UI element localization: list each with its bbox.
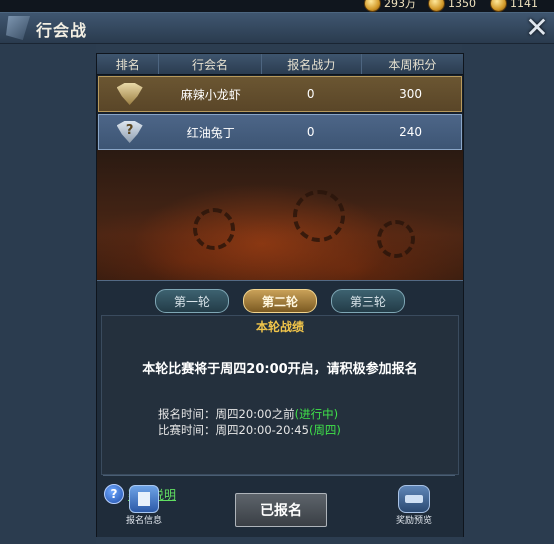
registered-button[interactable]: 已报名 bbox=[235, 493, 327, 527]
guild-power: 0 bbox=[306, 125, 315, 139]
right-margin bbox=[462, 44, 554, 544]
guild-score: 300 bbox=[399, 87, 423, 101]
round-section: 第一轮 第二轮 第三轮 本轮战绩 本轮比赛将于周四20:00开启，请积极参加报名… bbox=[97, 280, 463, 537]
document-icon bbox=[129, 485, 159, 513]
tab-round-2[interactable]: 第二轮 bbox=[243, 289, 317, 313]
resource-value: 293万 bbox=[384, 0, 416, 10]
tab-round-3[interactable]: 第三轮 bbox=[331, 289, 405, 313]
reward-preview-button[interactable]: 奖励预览 bbox=[389, 485, 439, 526]
guild-score: 240 bbox=[399, 125, 423, 139]
resource-gold: 293万 bbox=[364, 0, 416, 12]
guild-name: 红油兔丁 bbox=[186, 125, 235, 140]
left-margin bbox=[0, 44, 96, 544]
header-weekly-score: 本周积分 bbox=[388, 57, 437, 72]
reward-preview-label: 奖励预览 bbox=[395, 516, 432, 526]
round-info-box: 本轮战绩 本轮比赛将于周四20:00开启，请积极参加报名 报名时间：周四20:0… bbox=[101, 315, 459, 504]
resource-value: 1141 bbox=[510, 0, 538, 10]
guild-name: 麻辣小龙虾 bbox=[180, 87, 241, 102]
close-icon: ✕ bbox=[525, 11, 549, 44]
divider bbox=[103, 475, 455, 476]
header-guild-name: 行会名 bbox=[159, 54, 262, 74]
match-time-value: 周四20:00-20:45 bbox=[215, 423, 309, 437]
tab-round-1[interactable]: 第一轮 bbox=[155, 289, 229, 313]
match-time-line: 比赛时间：周四20:00-20:45(周四) bbox=[158, 422, 341, 438]
signup-time-line: 报名时间：周四20:00之前(进行中) bbox=[158, 406, 338, 422]
content-panel: 排名 行会名 报名战力 本周积分 麻辣小龙虾 0 300 ? 红油兔丁 0 24… bbox=[96, 53, 464, 537]
header-rank: 排名 bbox=[97, 54, 160, 74]
match-day: (周四) bbox=[308, 423, 341, 437]
ranking-header: 排名 行会名 报名战力 本周积分 bbox=[97, 54, 463, 75]
resource-ingot: 1350 bbox=[428, 0, 476, 12]
resource-value: 1350 bbox=[448, 0, 476, 10]
ingot-icon bbox=[428, 0, 445, 12]
title-bar: 行会战 ✕ bbox=[0, 13, 554, 44]
table-row[interactable]: ? 红油兔丁 0 240 bbox=[98, 114, 462, 150]
ingot-icon bbox=[490, 0, 507, 12]
signup-info-label: 报名信息 bbox=[125, 516, 162, 526]
gear-decor bbox=[193, 208, 235, 250]
window-title: 行会战 bbox=[36, 21, 88, 40]
gear-decor bbox=[293, 190, 345, 242]
gold-rank-badge-icon bbox=[116, 83, 143, 105]
signup-time-value: 周四20:00之前 bbox=[215, 407, 295, 421]
round-results-title: 本轮战绩 bbox=[255, 320, 304, 334]
unknown-rank-badge-icon: ? bbox=[116, 121, 143, 143]
signup-status: (进行中) bbox=[294, 407, 339, 421]
close-button[interactable]: ✕ bbox=[524, 14, 550, 42]
title-decor-icon bbox=[6, 16, 30, 40]
table-row[interactable]: 麻辣小龙虾 0 300 bbox=[98, 76, 462, 112]
gold-coin-icon bbox=[364, 0, 381, 12]
resource-bar: 293万 1350 1141 bbox=[0, 0, 554, 12]
signup-info-button[interactable]: 报名信息 bbox=[119, 485, 169, 526]
guild-power: 0 bbox=[306, 87, 315, 101]
guild-war-window: 行会战 ✕ 排名 行会名 报名战力 本周积分 麻辣小龙虾 0 300 ? 红油兔… bbox=[0, 12, 554, 544]
round-notice: 本轮比赛将于周四20:00开启，请积极参加报名 bbox=[142, 362, 418, 377]
header-power: 报名战力 bbox=[262, 54, 362, 74]
resource-ingot-2: 1141 bbox=[490, 0, 538, 12]
signup-time-label: 报名时间： bbox=[158, 407, 216, 421]
match-time-label: 比赛时间： bbox=[158, 423, 216, 437]
gear-decor bbox=[377, 220, 415, 258]
helmet-icon bbox=[398, 485, 430, 513]
